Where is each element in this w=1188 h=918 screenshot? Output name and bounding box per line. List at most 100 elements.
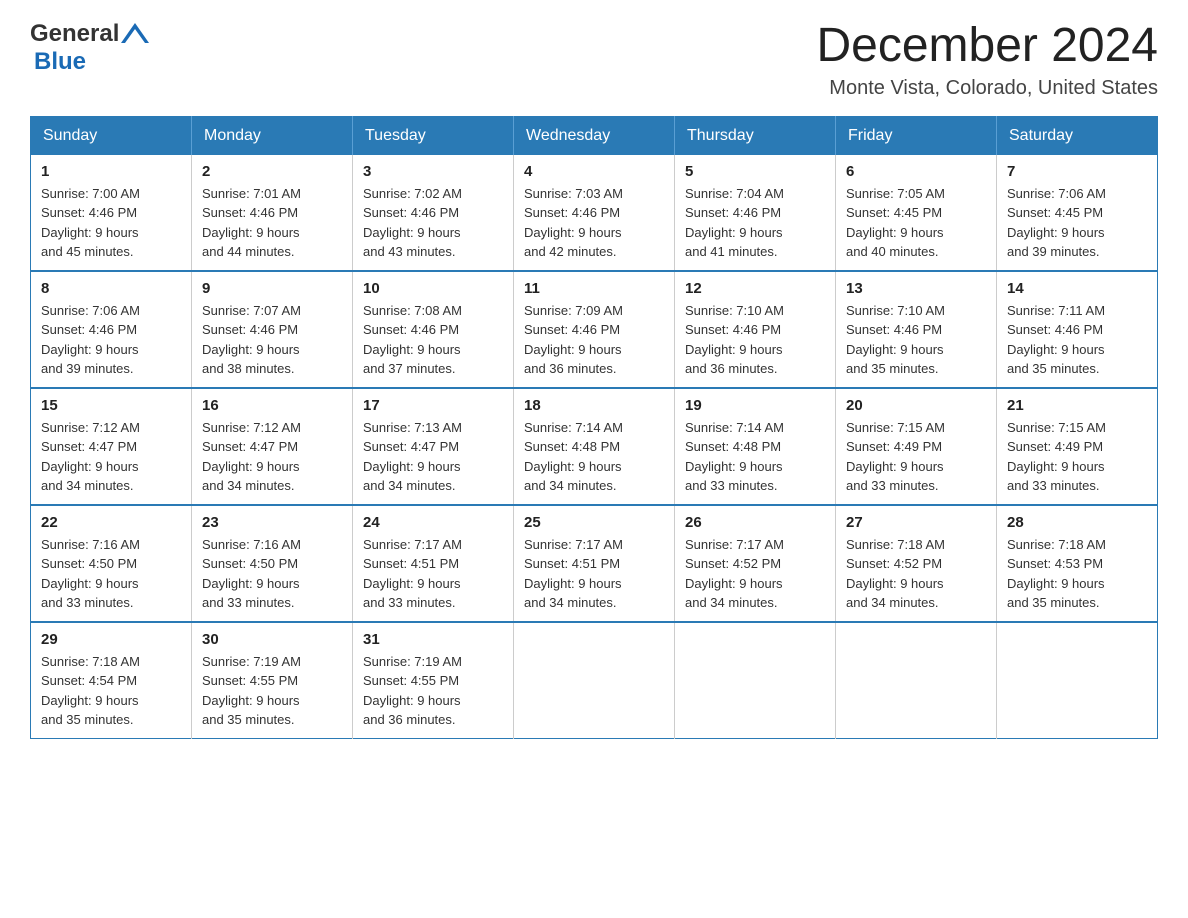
day-info: Sunrise: 7:17 AM Sunset: 4:51 PM Dayligh… xyxy=(363,535,503,613)
daylight-minutes-text: and 34 minutes. xyxy=(524,478,617,493)
daylight-text: Daylight: 9 hours xyxy=(363,225,461,240)
calendar-week-row: 8 Sunrise: 7:06 AM Sunset: 4:46 PM Dayli… xyxy=(31,271,1158,388)
sunset-text: Sunset: 4:46 PM xyxy=(41,322,137,337)
calendar-week-row: 29 Sunrise: 7:18 AM Sunset: 4:54 PM Dayl… xyxy=(31,622,1158,739)
daylight-text: Daylight: 9 hours xyxy=(685,576,783,591)
calendar-cell: 14 Sunrise: 7:11 AM Sunset: 4:46 PM Dayl… xyxy=(997,271,1158,388)
daylight-text: Daylight: 9 hours xyxy=(524,459,622,474)
logo-triangle-icon xyxy=(121,23,149,47)
sunset-text: Sunset: 4:45 PM xyxy=(1007,205,1103,220)
sunset-text: Sunset: 4:52 PM xyxy=(685,556,781,571)
day-number: 19 xyxy=(685,397,825,414)
daylight-minutes-text: and 36 minutes. xyxy=(685,361,778,376)
day-info: Sunrise: 7:05 AM Sunset: 4:45 PM Dayligh… xyxy=(846,184,986,262)
calendar-cell: 31 Sunrise: 7:19 AM Sunset: 4:55 PM Dayl… xyxy=(353,622,514,739)
daylight-minutes-text: and 33 minutes. xyxy=(363,595,456,610)
daylight-minutes-text: and 35 minutes. xyxy=(41,712,134,727)
daylight-text: Daylight: 9 hours xyxy=(1007,459,1105,474)
calendar-cell xyxy=(675,622,836,739)
calendar-cell: 5 Sunrise: 7:04 AM Sunset: 4:46 PM Dayli… xyxy=(675,155,836,271)
calendar-table: SundayMondayTuesdayWednesdayThursdayFrid… xyxy=(30,116,1158,739)
calendar-cell: 13 Sunrise: 7:10 AM Sunset: 4:46 PM Dayl… xyxy=(836,271,997,388)
sunset-text: Sunset: 4:47 PM xyxy=(41,439,137,454)
calendar-cell: 15 Sunrise: 7:12 AM Sunset: 4:47 PM Dayl… xyxy=(31,388,192,505)
day-number: 30 xyxy=(202,631,342,648)
daylight-minutes-text: and 36 minutes. xyxy=(363,712,456,727)
header-friday: Friday xyxy=(836,116,997,155)
day-number: 11 xyxy=(524,280,664,297)
calendar-cell: 6 Sunrise: 7:05 AM Sunset: 4:45 PM Dayli… xyxy=(836,155,997,271)
day-info: Sunrise: 7:00 AM Sunset: 4:46 PM Dayligh… xyxy=(41,184,181,262)
sunset-text: Sunset: 4:53 PM xyxy=(1007,556,1103,571)
calendar-cell: 4 Sunrise: 7:03 AM Sunset: 4:46 PM Dayli… xyxy=(514,155,675,271)
calendar-cell: 29 Sunrise: 7:18 AM Sunset: 4:54 PM Dayl… xyxy=(31,622,192,739)
day-number: 8 xyxy=(41,280,181,297)
sunrise-text: Sunrise: 7:18 AM xyxy=(41,654,140,669)
daylight-text: Daylight: 9 hours xyxy=(524,576,622,591)
daylight-minutes-text: and 33 minutes. xyxy=(846,478,939,493)
sunset-text: Sunset: 4:50 PM xyxy=(41,556,137,571)
day-number: 22 xyxy=(41,514,181,531)
sunrise-text: Sunrise: 7:17 AM xyxy=(685,537,784,552)
day-number: 3 xyxy=(363,163,503,180)
sunset-text: Sunset: 4:50 PM xyxy=(202,556,298,571)
daylight-minutes-text: and 42 minutes. xyxy=(524,244,617,259)
day-info: Sunrise: 7:09 AM Sunset: 4:46 PM Dayligh… xyxy=(524,301,664,379)
day-number: 9 xyxy=(202,280,342,297)
sunset-text: Sunset: 4:48 PM xyxy=(524,439,620,454)
daylight-minutes-text: and 33 minutes. xyxy=(202,595,295,610)
daylight-text: Daylight: 9 hours xyxy=(524,342,622,357)
daylight-minutes-text: and 35 minutes. xyxy=(1007,361,1100,376)
sunrise-text: Sunrise: 7:16 AM xyxy=(41,537,140,552)
daylight-text: Daylight: 9 hours xyxy=(363,342,461,357)
daylight-minutes-text: and 43 minutes. xyxy=(363,244,456,259)
sunset-text: Sunset: 4:48 PM xyxy=(685,439,781,454)
sunset-text: Sunset: 4:46 PM xyxy=(1007,322,1103,337)
header-sunday: Sunday xyxy=(31,116,192,155)
day-info: Sunrise: 7:06 AM Sunset: 4:46 PM Dayligh… xyxy=(41,301,181,379)
daylight-text: Daylight: 9 hours xyxy=(202,693,300,708)
daylight-text: Daylight: 9 hours xyxy=(41,459,139,474)
sunrise-text: Sunrise: 7:09 AM xyxy=(524,303,623,318)
day-info: Sunrise: 7:01 AM Sunset: 4:46 PM Dayligh… xyxy=(202,184,342,262)
day-number: 24 xyxy=(363,514,503,531)
day-number: 15 xyxy=(41,397,181,414)
sunrise-text: Sunrise: 7:10 AM xyxy=(685,303,784,318)
calendar-cell: 9 Sunrise: 7:07 AM Sunset: 4:46 PM Dayli… xyxy=(192,271,353,388)
sunrise-text: Sunrise: 7:12 AM xyxy=(202,420,301,435)
sunrise-text: Sunrise: 7:13 AM xyxy=(363,420,462,435)
daylight-text: Daylight: 9 hours xyxy=(202,576,300,591)
calendar-cell: 11 Sunrise: 7:09 AM Sunset: 4:46 PM Dayl… xyxy=(514,271,675,388)
calendar-cell: 12 Sunrise: 7:10 AM Sunset: 4:46 PM Dayl… xyxy=(675,271,836,388)
sunrise-text: Sunrise: 7:07 AM xyxy=(202,303,301,318)
sunset-text: Sunset: 4:47 PM xyxy=(202,439,298,454)
calendar-cell: 16 Sunrise: 7:12 AM Sunset: 4:47 PM Dayl… xyxy=(192,388,353,505)
day-info: Sunrise: 7:10 AM Sunset: 4:46 PM Dayligh… xyxy=(685,301,825,379)
daylight-minutes-text: and 33 minutes. xyxy=(1007,478,1100,493)
day-info: Sunrise: 7:07 AM Sunset: 4:46 PM Dayligh… xyxy=(202,301,342,379)
calendar-cell: 3 Sunrise: 7:02 AM Sunset: 4:46 PM Dayli… xyxy=(353,155,514,271)
title-section: December 2024 Monte Vista, Colorado, Uni… xyxy=(816,20,1158,100)
sunrise-text: Sunrise: 7:16 AM xyxy=(202,537,301,552)
day-number: 21 xyxy=(1007,397,1147,414)
daylight-text: Daylight: 9 hours xyxy=(202,342,300,357)
calendar-cell: 20 Sunrise: 7:15 AM Sunset: 4:49 PM Dayl… xyxy=(836,388,997,505)
sunrise-text: Sunrise: 7:05 AM xyxy=(846,186,945,201)
sunrise-text: Sunrise: 7:14 AM xyxy=(524,420,623,435)
daylight-minutes-text: and 37 minutes. xyxy=(363,361,456,376)
daylight-minutes-text: and 41 minutes. xyxy=(685,244,778,259)
day-info: Sunrise: 7:16 AM Sunset: 4:50 PM Dayligh… xyxy=(202,535,342,613)
sunrise-text: Sunrise: 7:17 AM xyxy=(524,537,623,552)
day-info: Sunrise: 7:18 AM Sunset: 4:54 PM Dayligh… xyxy=(41,652,181,730)
calendar-cell: 2 Sunrise: 7:01 AM Sunset: 4:46 PM Dayli… xyxy=(192,155,353,271)
day-number: 12 xyxy=(685,280,825,297)
calendar-cell: 27 Sunrise: 7:18 AM Sunset: 4:52 PM Dayl… xyxy=(836,505,997,622)
daylight-minutes-text: and 34 minutes. xyxy=(41,478,134,493)
header-wednesday: Wednesday xyxy=(514,116,675,155)
logo: General Blue xyxy=(30,20,149,76)
daylight-text: Daylight: 9 hours xyxy=(41,576,139,591)
day-number: 20 xyxy=(846,397,986,414)
sunset-text: Sunset: 4:46 PM xyxy=(363,322,459,337)
calendar-cell: 8 Sunrise: 7:06 AM Sunset: 4:46 PM Dayli… xyxy=(31,271,192,388)
calendar-cell: 22 Sunrise: 7:16 AM Sunset: 4:50 PM Dayl… xyxy=(31,505,192,622)
